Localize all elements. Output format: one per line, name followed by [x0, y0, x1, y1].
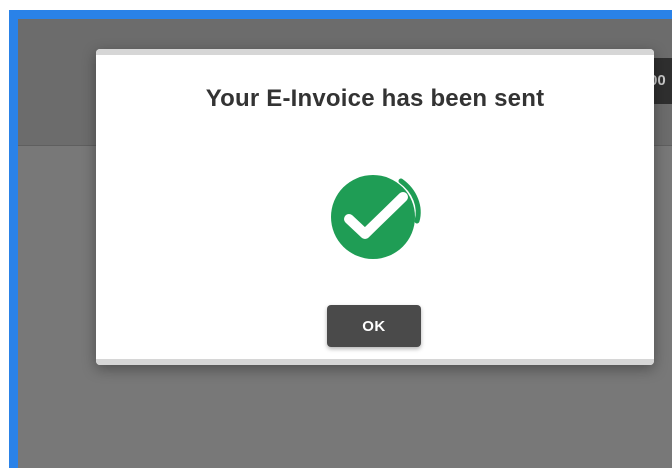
ok-button[interactable]: OK [327, 305, 421, 347]
dialog-top-border [96, 49, 654, 55]
dialog-title: Your E-Invoice has been sent [205, 85, 545, 112]
dialog-bottom-border [96, 359, 654, 365]
page-viewport: 00 Your E-Invoice has been sent OK [18, 19, 672, 468]
browser-frame: 00 Your E-Invoice has been sent OK [9, 10, 672, 468]
success-dialog: Your E-Invoice has been sent OK [96, 49, 654, 365]
success-check-icon [323, 167, 433, 263]
